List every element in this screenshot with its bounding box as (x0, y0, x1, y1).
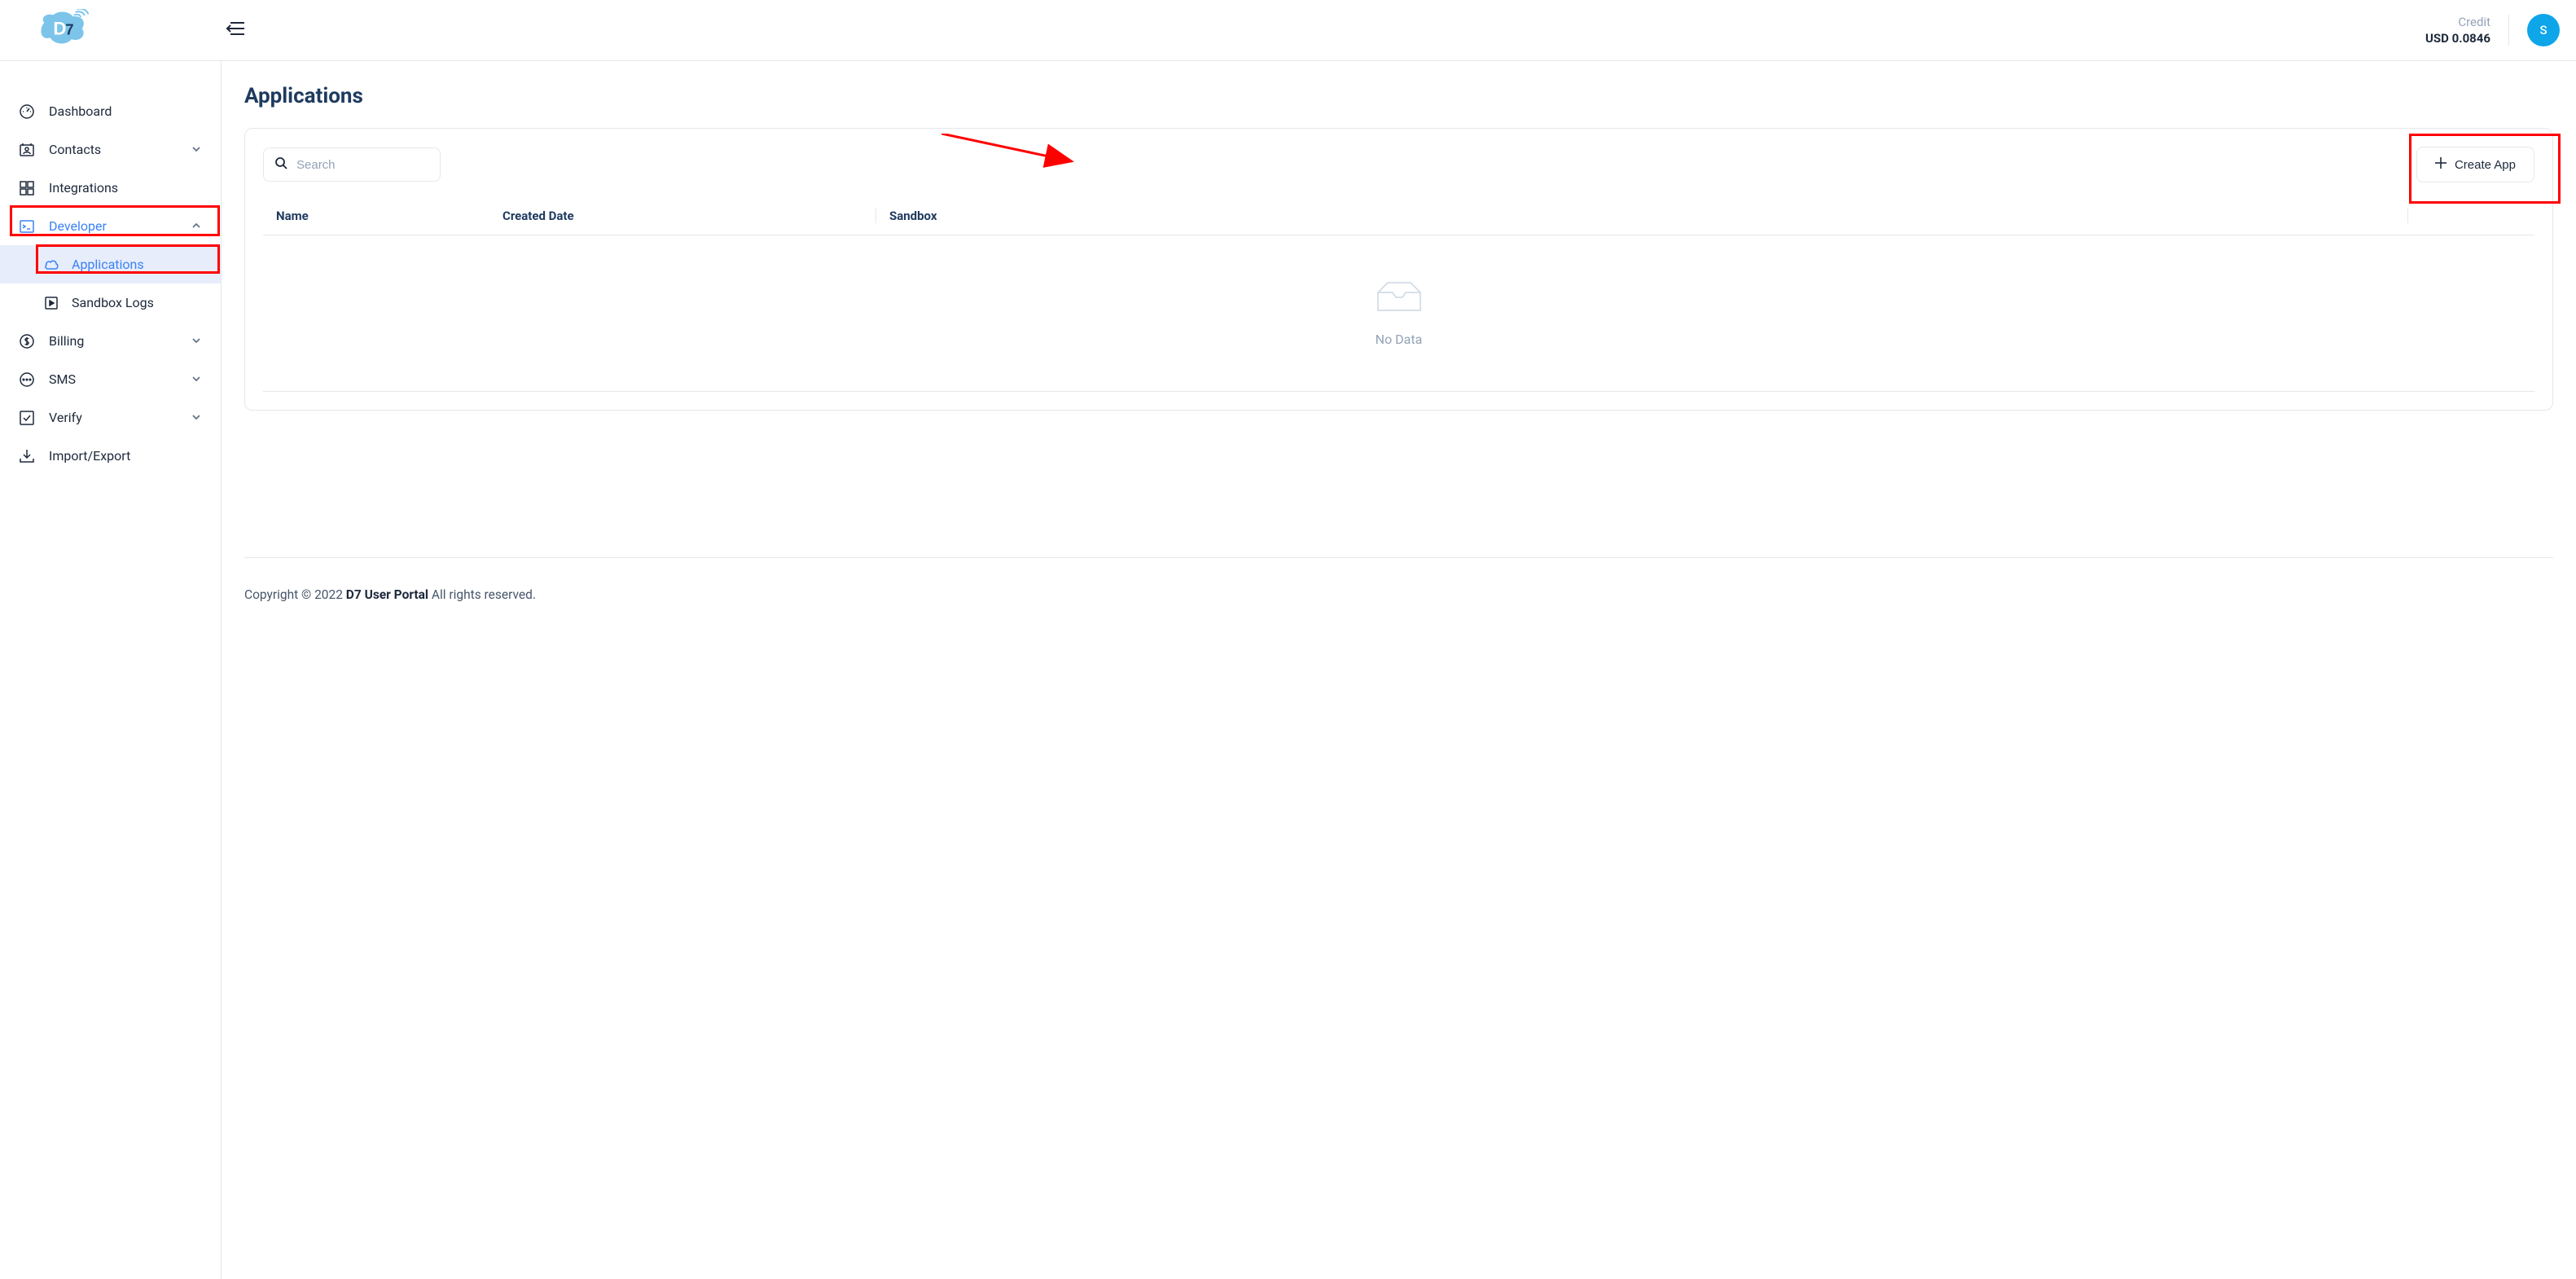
menu-toggle-button[interactable] (222, 16, 249, 44)
sidebar: Dashboard Contacts (0, 61, 222, 1279)
sidebar-subitem-label: Applications (72, 257, 144, 272)
sidebar-item-label: Contacts (49, 142, 101, 157)
app-header: D 7 Credit USD 0.0846 S (0, 0, 2576, 61)
chevron-down-icon (191, 371, 201, 387)
developer-icon (20, 219, 34, 234)
sidebar-item-developer[interactable]: Developer (0, 207, 221, 245)
sidebar-item-sms[interactable]: SMS (0, 360, 221, 398)
cloud-icon (44, 257, 59, 272)
contacts-icon (20, 143, 34, 157)
search-container (263, 147, 441, 182)
brand-logo[interactable]: D 7 (37, 9, 90, 51)
sidebar-item-verify[interactable]: Verify (0, 398, 221, 437)
svg-text:7: 7 (65, 21, 73, 38)
search-input[interactable] (263, 147, 441, 182)
column-sandbox: Sandbox (875, 209, 2407, 223)
applications-card: Create App Name Created Date Sandbox No … (244, 128, 2553, 411)
sidebar-item-label: Developer (49, 218, 107, 234)
search-icon (274, 156, 287, 173)
table-header: Name Created Date Sandbox (263, 197, 2534, 235)
column-created-date: Created Date (502, 209, 875, 223)
empty-state: No Data (263, 235, 2534, 392)
credit-display: Credit USD 0.0846 (2425, 15, 2509, 46)
header-right: Credit USD 0.0846 S (2425, 14, 2560, 46)
verify-icon (20, 411, 34, 425)
create-app-button[interactable]: Create App (2416, 147, 2534, 182)
chevron-down-icon (191, 333, 201, 349)
sidebar-item-billing[interactable]: Billing (0, 322, 221, 360)
chevron-down-icon (191, 410, 201, 425)
chevron-up-icon (191, 218, 201, 234)
main-content: Applications (222, 61, 2576, 1279)
footer-suffix: All rights reserved. (428, 587, 536, 602)
sidebar-subitem-label: Sandbox Logs (72, 295, 154, 310)
sidebar-item-label: Integrations (49, 180, 118, 196)
sidebar-subitem-applications[interactable]: Applications (0, 245, 221, 283)
card-toolbar: Create App (263, 147, 2534, 182)
sidebar-item-import-export[interactable]: Import/Export (0, 437, 221, 475)
sidebar-item-integrations[interactable]: Integrations (0, 169, 221, 207)
dashboard-icon (20, 104, 34, 119)
credit-value: USD 0.0846 (2425, 31, 2490, 46)
page-title: Applications (244, 84, 2553, 108)
create-app-label: Create App (2455, 158, 2516, 172)
sidebar-item-contacts[interactable]: Contacts (0, 130, 221, 169)
sandbox-logs-icon (44, 296, 59, 310)
sidebar-item-label: Import/Export (49, 448, 130, 464)
footer-prefix: Copyright © 2022 (244, 587, 346, 602)
user-avatar[interactable]: S (2527, 14, 2560, 46)
sidebar-item-label: Dashboard (49, 103, 112, 119)
footer-brand: D7 User Portal (346, 587, 428, 602)
column-actions (2407, 209, 2521, 223)
sidebar-item-label: SMS (49, 371, 76, 387)
integrations-icon (20, 181, 34, 196)
credit-label: Credit (2425, 15, 2490, 29)
chevron-down-icon (191, 142, 201, 157)
column-name: Name (276, 209, 502, 223)
sidebar-item-label: Verify (49, 410, 82, 425)
svg-text:D: D (53, 19, 66, 39)
logo-container: D 7 (16, 9, 222, 51)
plus-icon (2435, 157, 2447, 172)
import-export-icon (20, 449, 34, 464)
sms-icon (20, 372, 34, 387)
empty-text: No Data (1376, 332, 1423, 347)
sidebar-item-dashboard[interactable]: Dashboard (0, 92, 221, 130)
billing-icon (20, 334, 34, 349)
sidebar-item-label: Billing (49, 333, 84, 349)
empty-box-icon (1376, 279, 1422, 317)
sidebar-subitem-sandbox-logs[interactable]: Sandbox Logs (0, 283, 221, 322)
footer: Copyright © 2022 D7 User Portal All righ… (244, 557, 2553, 602)
